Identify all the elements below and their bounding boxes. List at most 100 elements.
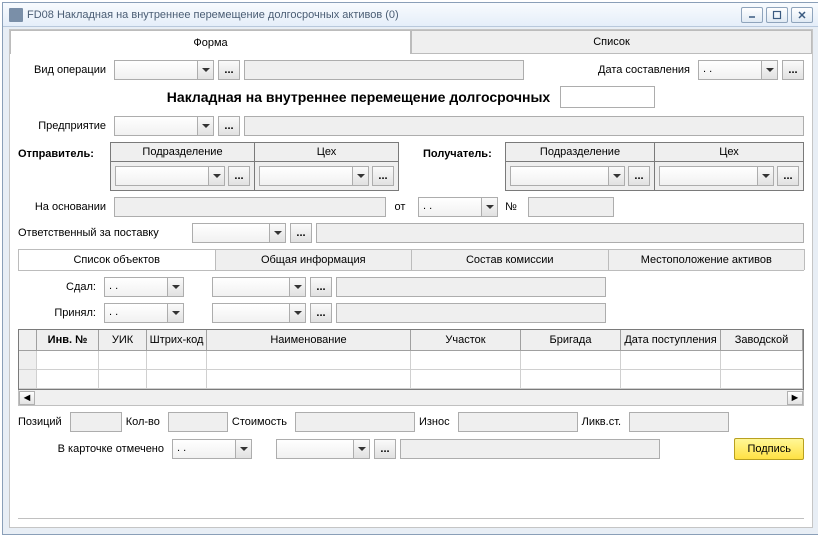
minimize-button[interactable] (741, 7, 763, 23)
chevron-down-icon[interactable] (761, 61, 777, 79)
wear-field (458, 412, 578, 432)
subtab-object-list[interactable]: Список объектов (18, 249, 216, 270)
chevron-down-icon[interactable] (289, 304, 305, 322)
chevron-down-icon[interactable] (269, 224, 285, 242)
basis-from-label: от (390, 201, 414, 213)
sender-workshop-browse-button[interactable]: ... (372, 166, 394, 186)
subtab-commission[interactable]: Состав комиссии (411, 249, 609, 270)
sender-workshop-combo[interactable] (259, 166, 369, 186)
footer-divider (18, 518, 804, 519)
grid-col-inv[interactable]: Инв. № (37, 330, 99, 351)
enterprise-combo[interactable] (114, 116, 214, 136)
basis-no-label: № (502, 201, 524, 213)
marked-browse-button[interactable]: ... (374, 439, 396, 459)
received-browse-button[interactable]: ... (310, 303, 332, 323)
marked-date-combo[interactable]: . . (172, 439, 252, 459)
qty-label: Кол-во (126, 416, 164, 428)
marked-desc-field[interactable] (400, 439, 660, 459)
receiver-subdivision-browse-button[interactable]: ... (628, 166, 650, 186)
responsible-combo[interactable] (192, 223, 286, 243)
chevron-down-icon[interactable] (197, 61, 213, 79)
app-icon (9, 8, 23, 22)
tab-form[interactable]: Форма (10, 30, 411, 54)
optype-browse-button[interactable]: ... (218, 60, 240, 80)
chevron-down-icon[interactable] (235, 440, 251, 458)
app-window: FD08 Накладная на внутреннее перемещение… (2, 2, 818, 535)
maximize-button[interactable] (766, 7, 788, 23)
chevron-down-icon[interactable] (481, 198, 497, 216)
received-date-combo[interactable]: . . (104, 303, 184, 323)
receiver-workshop-combo[interactable] (659, 166, 774, 186)
grid-row-selector-header (19, 330, 37, 351)
gave-browse-button[interactable]: ... (310, 277, 332, 297)
sender-subdivision-browse-button[interactable]: ... (228, 166, 250, 186)
sender-group: Подразделение Цех ... ... (110, 142, 399, 191)
receiver-subdivision-header: Подразделение (506, 143, 655, 161)
chevron-down-icon[interactable] (352, 167, 368, 185)
tab-list[interactable]: Список (411, 30, 812, 54)
chevron-down-icon[interactable] (167, 304, 183, 322)
client-area: Форма Список Вид операции ... Дата соста… (9, 29, 813, 528)
subtab-asset-location[interactable]: Местоположение активов (608, 249, 806, 270)
enterprise-label: Предприятие (18, 120, 110, 132)
gave-person-combo[interactable] (212, 277, 306, 297)
responsible-label: Ответственный за поставку (18, 227, 188, 239)
grid-col-area[interactable]: Участок (411, 330, 521, 351)
basis-date-combo[interactable]: . . (418, 197, 498, 217)
chevron-down-icon[interactable] (289, 278, 305, 296)
liqcost-field (629, 412, 729, 432)
grid-col-factory[interactable]: Заводской (721, 330, 803, 351)
grid-col-uik[interactable]: УИК (99, 330, 147, 351)
scroll-left-arrow-icon[interactable]: ◄ (19, 391, 35, 405)
sign-button[interactable]: Подпись (734, 438, 804, 460)
gave-desc-field[interactable] (336, 277, 606, 297)
grid-body[interactable] (19, 351, 803, 389)
cost-field (295, 412, 415, 432)
grid-col-recvdate[interactable]: Дата поступления (621, 330, 721, 351)
receiver-workshop-browse-button[interactable]: ... (777, 166, 799, 186)
receiver-subdivision-combo[interactable] (510, 166, 625, 186)
optype-combo[interactable] (114, 60, 214, 80)
scroll-right-arrow-icon[interactable]: ► (787, 391, 803, 405)
date-combo[interactable]: . . (698, 60, 778, 80)
objects-grid[interactable]: Инв. № УИК Штрих-код Наименование Участо… (18, 329, 804, 390)
close-button[interactable] (791, 7, 813, 23)
document-number-input[interactable] (560, 86, 655, 108)
received-label: Принял: (18, 307, 100, 319)
positions-label: Позиций (18, 416, 66, 428)
sender-subdivision-header: Подразделение (111, 143, 255, 161)
received-desc-field[interactable] (336, 303, 606, 323)
chevron-down-icon[interactable] (353, 440, 369, 458)
chevron-down-icon[interactable] (167, 278, 183, 296)
optype-label: Вид операции (18, 64, 110, 76)
wear-label: Износ (419, 416, 454, 428)
enterprise-browse-button[interactable]: ... (218, 116, 240, 136)
gave-date-combo[interactable]: . . (104, 277, 184, 297)
qty-field (168, 412, 228, 432)
sender-label: Отправитель: (18, 142, 110, 160)
marked-person-combo[interactable] (276, 439, 370, 459)
chevron-down-icon[interactable] (757, 167, 773, 185)
responsible-browse-button[interactable]: ... (290, 223, 312, 243)
optype-desc-field[interactable] (244, 60, 524, 80)
sender-subdivision-combo[interactable] (115, 166, 225, 186)
cost-label: Стоимость (232, 416, 291, 428)
enterprise-desc-field[interactable] (244, 116, 804, 136)
date-browse-button[interactable]: ... (782, 60, 804, 80)
received-person-combo[interactable] (212, 303, 306, 323)
chevron-down-icon[interactable] (208, 167, 224, 185)
grid-col-brigade[interactable]: Бригада (521, 330, 621, 351)
basis-no-field[interactable] (528, 197, 614, 217)
grid-horizontal-scrollbar[interactable]: ◄ ► (18, 390, 804, 406)
subtab-general-info[interactable]: Общая информация (215, 249, 413, 270)
basis-field[interactable] (114, 197, 386, 217)
liqcost-label: Ликв.ст. (582, 416, 625, 428)
responsible-desc-field[interactable] (316, 223, 804, 243)
basis-label: На основании (18, 201, 110, 213)
receiver-group: Подразделение Цех ... ... (505, 142, 804, 191)
marked-in-card-label: В карточке отмечено (18, 443, 168, 455)
grid-col-name[interactable]: Наименование (207, 330, 411, 351)
chevron-down-icon[interactable] (608, 167, 624, 185)
chevron-down-icon[interactable] (197, 117, 213, 135)
grid-col-barcode[interactable]: Штрих-код (147, 330, 207, 351)
